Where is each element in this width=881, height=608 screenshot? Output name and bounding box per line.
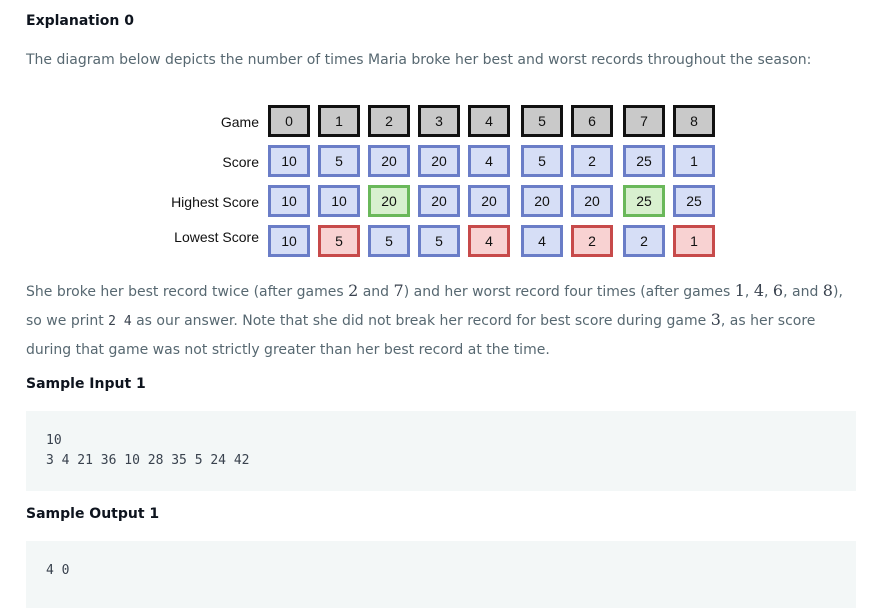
row-label-highest-score: Highest Score [171, 194, 259, 210]
game-cell-5: 5 [521, 105, 563, 137]
para-text: , and [783, 284, 823, 300]
inline-code-answer: 2 4 [108, 314, 132, 329]
highest-score-cell-5: 20 [521, 185, 563, 217]
sample-output-block: 4 0 [26, 541, 856, 608]
highest-score-cell-7: 25 [623, 185, 665, 217]
lowest-score-cell-4: 4 [468, 225, 510, 257]
score-cell-5: 5 [521, 145, 563, 177]
score-cell-2: 20 [368, 145, 410, 177]
score-cell-1: 5 [318, 145, 360, 177]
score-cell-8: 1 [673, 145, 715, 177]
para-text: , [744, 284, 754, 300]
sample-input-block: 10 3 4 21 36 10 28 35 5 24 42 [26, 411, 856, 491]
score-cell-0: 10 [268, 145, 310, 177]
para-text: She broke her best record twice (after g… [26, 284, 349, 300]
lowest-score-cell-5: 4 [521, 225, 563, 257]
math-value: 1 [734, 281, 745, 300]
para-text: ) and her worst record four times (after… [403, 284, 735, 300]
lowest-score-cell-0: 10 [268, 225, 310, 257]
game-cell-2: 2 [368, 105, 410, 137]
lowest-score-cell-6: 2 [571, 225, 613, 257]
math-value: 6 [772, 281, 784, 300]
score-cell-3: 20 [418, 145, 460, 177]
lowest-score-cell-1: 5 [318, 225, 360, 257]
math-value: 8 [822, 281, 833, 300]
math-value: 3 [710, 310, 721, 329]
row-label-lowest-score: Lowest Score [174, 229, 259, 245]
explanation-paragraph: She broke her best record twice (after g… [26, 277, 856, 364]
highest-score-cell-1: 10 [318, 185, 360, 217]
highest-score-cell-0: 10 [268, 185, 310, 217]
highest-score-cell-3: 20 [418, 185, 460, 217]
highest-score-cell-4: 20 [468, 185, 510, 217]
game-cell-8: 8 [673, 105, 715, 137]
para-text: and [358, 284, 394, 300]
game-cell-0: 0 [268, 105, 310, 137]
para-text: , [764, 284, 773, 300]
highest-score-cell-2: 20 [368, 185, 410, 217]
score-cell-4: 4 [468, 145, 510, 177]
score-cell-7: 25 [623, 145, 665, 177]
lowest-score-cell-8: 1 [673, 225, 715, 257]
lowest-score-cell-2: 5 [368, 225, 410, 257]
math-value: 2 [348, 281, 359, 300]
sample-input-heading: Sample Input 1 [26, 376, 146, 392]
game-cell-7: 7 [623, 105, 665, 137]
game-cell-3: 3 [418, 105, 460, 137]
highest-score-cell-8: 25 [673, 185, 715, 217]
row-label-game: Game [220, 114, 259, 130]
row-label-score: Score [222, 154, 259, 170]
math-value: 7 [393, 281, 404, 300]
highest-score-cell-6: 20 [571, 185, 613, 217]
math-value: 4 [753, 281, 764, 300]
lowest-score-cell-7: 2 [623, 225, 665, 257]
score-cell-6: 2 [571, 145, 613, 177]
records-diagram: Game Score Highest Score Lowest Score 01… [0, 0, 881, 270]
game-cell-4: 4 [468, 105, 510, 137]
sample-output-heading: Sample Output 1 [26, 506, 160, 522]
para-text: as our answer. Note that she did not bre… [131, 313, 711, 329]
lowest-score-cell-3: 5 [418, 225, 460, 257]
game-cell-6: 6 [571, 105, 613, 137]
game-cell-1: 1 [318, 105, 360, 137]
